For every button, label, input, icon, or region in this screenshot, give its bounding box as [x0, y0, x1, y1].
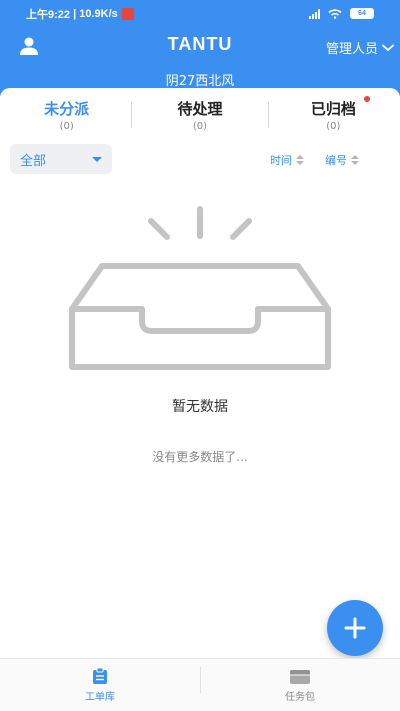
- tab-label: 未分派: [44, 100, 90, 118]
- app-header: 上午9:22 | 10.9K/s 64 TANTU 管理人员 阴27西北风: [0, 0, 400, 96]
- nav-label: 工单库: [85, 692, 115, 703]
- tab-archived[interactable]: 已归档 (0): [267, 96, 400, 138]
- filter-bar: 全部 时间 编号: [0, 144, 400, 176]
- role-selector[interactable]: 管理人员: [326, 38, 394, 57]
- role-label: 管理人员: [325, 42, 378, 57]
- status-time: 上午9:22: [26, 9, 71, 21]
- nav-divider: [200, 667, 201, 693]
- nav-label: 任务包: [285, 692, 315, 703]
- status-filter-dropdown[interactable]: 全部: [10, 144, 112, 174]
- no-more-data-text: 没有更多数据了...: [152, 450, 248, 464]
- tab-count: (0): [326, 121, 341, 132]
- signal-icon: [309, 8, 320, 19]
- empty-inbox-icon: [69, 206, 331, 370]
- sort-by-time-button[interactable]: 时间: [270, 152, 304, 168]
- filter-value: 全部: [20, 153, 47, 169]
- tab-bar: 未分派 (0) 待处理 (0) 已归档 (0): [0, 96, 400, 138]
- tab-label: 已归档: [310, 100, 356, 118]
- nav-work-order-library[interactable]: 工单库: [0, 659, 200, 711]
- wifi-icon: [328, 8, 342, 19]
- add-button[interactable]: [327, 600, 383, 656]
- tab-divider: [131, 102, 132, 128]
- tab-pending[interactable]: 待处理 (0): [133, 96, 266, 138]
- chevron-down-icon: [382, 44, 394, 51]
- package-icon: [290, 670, 310, 684]
- tab-label: 待处理: [177, 100, 223, 118]
- network-speed: 10.9K/s: [79, 8, 118, 20]
- sort-number-label: 编号: [325, 154, 347, 167]
- tab-count: (0): [192, 121, 208, 132]
- battery-icon: 64: [350, 8, 374, 19]
- bottom-nav: 工单库 任务包: [0, 658, 400, 711]
- weather-info: 阴27西北风: [165, 74, 235, 89]
- tab-count: (0): [59, 121, 74, 132]
- tab-unassigned[interactable]: 未分派 (0): [0, 96, 133, 138]
- plus-icon: [344, 617, 366, 639]
- sort-time-label: 时间: [270, 154, 292, 167]
- clipboard-icon: [93, 667, 107, 684]
- status-bar: 上午9:22 | 10.9K/s 64: [0, 0, 400, 30]
- sort-by-number-button[interactable]: 编号: [325, 152, 359, 168]
- sort-arrows-icon: [296, 155, 304, 165]
- notification-icon: [121, 8, 134, 20]
- sort-arrows-icon: [351, 155, 359, 165]
- empty-message: 暂无数据: [172, 399, 228, 415]
- tab-divider: [268, 102, 269, 128]
- caret-down-icon: [92, 156, 102, 162]
- nav-task-package[interactable]: 任务包: [200, 659, 400, 711]
- unread-dot: [363, 96, 370, 102]
- user-icon[interactable]: [18, 36, 40, 56]
